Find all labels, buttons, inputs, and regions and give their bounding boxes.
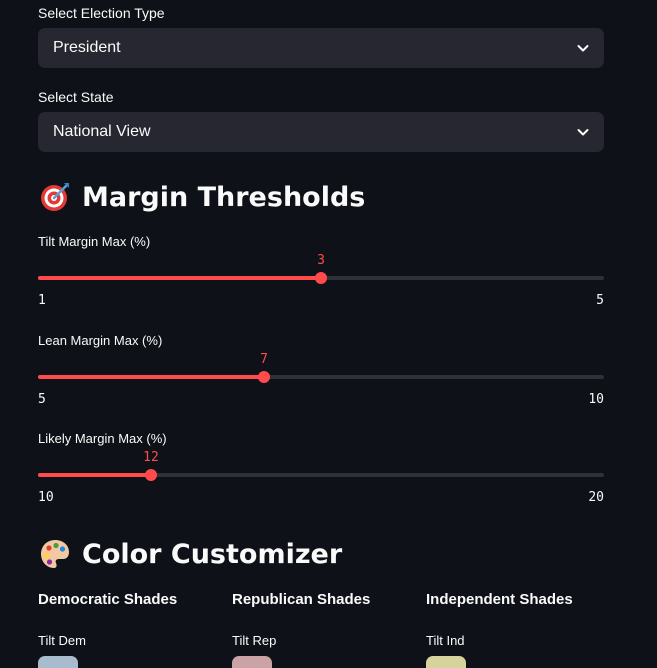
tilt-margin-max: 5: [596, 293, 604, 308]
tilt-ind-label: Tilt Ind: [426, 633, 465, 648]
state-select[interactable]: National View: [38, 112, 604, 152]
lean-margin-fill: [38, 375, 264, 379]
chevron-down-icon: [577, 45, 589, 52]
state-value: National View: [53, 123, 151, 140]
likely-margin-fill: [38, 473, 151, 477]
target-dart-icon: [41, 183, 69, 211]
likely-margin-max: 20: [588, 490, 604, 505]
lean-margin-value: 7: [260, 352, 268, 367]
lean-margin-thumb[interactable]: [258, 371, 270, 383]
tilt-margin-fill: [38, 276, 321, 280]
tilt-rep-color-picker[interactable]: [232, 656, 272, 668]
margin-thresholds-title: Margin Thresholds: [82, 181, 366, 213]
democratic-shades-heading: Democratic Shades: [38, 591, 178, 608]
independent-shades-heading: Independent Shades: [426, 591, 573, 608]
likely-margin-slider[interactable]: 12: [38, 451, 604, 481]
palette-icon: [41, 540, 69, 568]
tilt-margin-label: Tilt Margin Max (%): [38, 234, 151, 249]
lean-margin-min: 5: [38, 392, 46, 407]
election-type-value: President: [53, 39, 121, 56]
tilt-margin-slider[interactable]: 3: [38, 254, 604, 284]
election-type-label: Select Election Type: [38, 5, 165, 21]
lean-margin-max: 10: [588, 392, 604, 407]
state-label: Select State: [38, 89, 114, 105]
tilt-margin-thumb[interactable]: [315, 272, 327, 284]
tilt-dem-label: Tilt Dem: [38, 633, 86, 648]
margin-thresholds-heading: Margin Thresholds: [38, 180, 365, 214]
lean-margin-label: Lean Margin Max (%): [38, 333, 163, 348]
color-customizer-title: Color Customizer: [82, 538, 343, 570]
likely-margin-thumb[interactable]: [145, 469, 157, 481]
app-page: Select Election Type President Select St…: [0, 0, 657, 668]
likely-margin-label: Likely Margin Max (%): [38, 431, 167, 446]
republican-shades-heading: Republican Shades: [232, 591, 371, 608]
likely-margin-value: 12: [143, 450, 159, 465]
likely-margin-min: 10: [38, 490, 54, 505]
election-type-select[interactable]: President: [38, 28, 604, 68]
lean-margin-slider[interactable]: 7: [38, 353, 604, 383]
chevron-down-icon: [577, 129, 589, 136]
tilt-margin-value: 3: [317, 253, 325, 268]
tilt-dem-color-picker[interactable]: [38, 656, 78, 668]
tilt-margin-min: 1: [38, 293, 46, 308]
color-customizer-heading: Color Customizer: [38, 537, 342, 571]
tilt-ind-color-picker[interactable]: [426, 656, 466, 668]
tilt-rep-label: Tilt Rep: [232, 633, 277, 648]
